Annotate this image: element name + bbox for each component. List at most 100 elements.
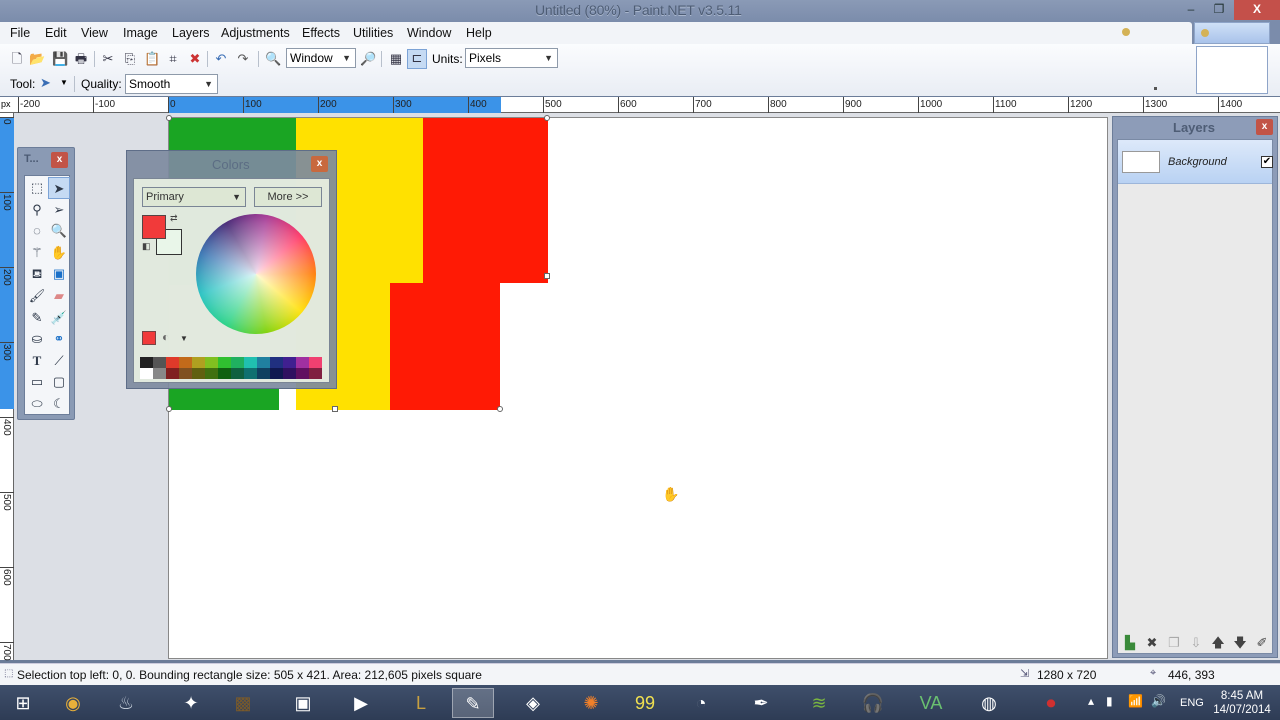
units-select[interactable]: Pixels ▼: [465, 48, 558, 68]
menu-help[interactable]: Help: [466, 26, 492, 40]
tool-dropdown-icon[interactable]: ▼: [60, 78, 68, 87]
swap-colors-icon[interactable]: ⇄: [170, 213, 178, 224]
minimize-button[interactable]: –: [1178, 0, 1204, 20]
move-layer-up-icon[interactable]: 🡅: [1208, 634, 1228, 652]
magic-wand-icon[interactable]: ⚚: [26, 242, 48, 264]
deselect-icon[interactable]: ✖: [187, 51, 203, 67]
more-button[interactable]: More >>: [254, 187, 322, 207]
palette-swatch[interactable]: [153, 357, 166, 368]
palette-swatch[interactable]: [296, 368, 309, 379]
unity-icon[interactable]: ◈: [512, 688, 554, 718]
palette-swatch[interactable]: [270, 368, 283, 379]
inkscape-icon[interactable]: ✒: [740, 688, 782, 718]
menu-layers[interactable]: Layers: [172, 26, 210, 40]
copy-icon[interactable]: ⎘: [122, 51, 138, 67]
color-picker-icon[interactable]: 💉: [48, 307, 70, 329]
palette-swatch[interactable]: [140, 357, 153, 368]
text-icon[interactable]: T: [26, 350, 48, 372]
menu-adjustments[interactable]: Adjustments: [221, 26, 290, 40]
palette-swatch[interactable]: [205, 357, 218, 368]
palette-swatch[interactable]: [166, 357, 179, 368]
color-mode-select[interactable]: Primary ▼: [142, 187, 246, 207]
print-icon[interactable]: 🖶: [73, 51, 89, 67]
redo-icon[interactable]: ↷: [235, 51, 251, 67]
open-icon[interactable]: 📂: [29, 51, 45, 67]
color-palette[interactable]: [140, 357, 322, 379]
language-indicator[interactable]: ENG: [1180, 697, 1204, 709]
menu-file[interactable]: File: [10, 26, 30, 40]
colors-window[interactable]: Colors x Primary ▼ More >> ⇄ ◧ ◐ ▼: [126, 150, 337, 389]
lasso-select-icon[interactable]: ⚲: [26, 199, 48, 221]
media-player-icon[interactable]: ▶: [340, 688, 382, 718]
menu-edit[interactable]: Edit: [45, 26, 67, 40]
menu-image[interactable]: Image: [123, 26, 158, 40]
chrome-icon[interactable]: ◉: [52, 688, 94, 718]
palette-swatch[interactable]: [179, 357, 192, 368]
ruler-icon[interactable]: ⊏: [407, 49, 427, 69]
zoom-in-icon[interactable]: 🔎: [360, 51, 376, 67]
palette-swatch[interactable]: [140, 368, 153, 379]
close-button[interactable]: X: [1234, 0, 1280, 20]
layer-item[interactable]: Background ✔: [1118, 140, 1273, 184]
undo-icon[interactable]: ↶: [213, 51, 229, 67]
ellipse-icon[interactable]: ⬭: [26, 393, 48, 415]
palette-swatch[interactable]: [218, 368, 231, 379]
rectangle-select-icon[interactable]: ⬚: [26, 177, 48, 199]
merge-layer-down-icon[interactable]: ⇩: [1186, 634, 1206, 652]
tools-window[interactable]: T... x ⬚ ➤ ⚲ ➢ ◌ 🔍 ⚚ ✋ ⛾ ▣ 🖌 ▰ ✎ 💉 ⛀ ⚭ T…: [17, 147, 75, 420]
add-to-palette-icon[interactable]: [142, 331, 156, 345]
palette-swatch[interactable]: [231, 357, 244, 368]
menu-window[interactable]: Window: [407, 26, 451, 40]
palette-swatch[interactable]: [192, 368, 205, 379]
menu-effects[interactable]: Effects: [302, 26, 340, 40]
palette-swatch[interactable]: [218, 357, 231, 368]
duplicate-layer-icon[interactable]: ❐: [1164, 634, 1184, 652]
paste-icon[interactable]: 📋: [144, 51, 160, 67]
palette-swatch[interactable]: [309, 357, 322, 368]
eraser-icon[interactable]: ▰: [48, 285, 70, 307]
reset-colors-icon[interactable]: ◧: [142, 241, 151, 252]
menu-utilities[interactable]: Utilities: [353, 26, 393, 40]
selection-handle[interactable]: [497, 406, 503, 412]
palette-swatch[interactable]: [166, 368, 179, 379]
app-4-icon[interactable]: ✦: [170, 688, 212, 718]
steam-icon[interactable]: ♨: [105, 688, 147, 718]
show-hidden-icons-icon[interactable]: ▴: [1088, 694, 1094, 708]
app-99-icon[interactable]: 99: [624, 688, 666, 718]
palette-swatch[interactable]: [205, 368, 218, 379]
image-thumbnail[interactable]: [1196, 46, 1268, 94]
palette-swatch[interactable]: [309, 368, 322, 379]
recorder-icon[interactable]: ⏺: [1030, 688, 1072, 718]
blender-icon[interactable]: ✺: [570, 688, 612, 718]
paint-bucket-icon[interactable]: ⛾: [26, 263, 48, 285]
maximize-button[interactable]: ❐: [1206, 0, 1232, 20]
palette-swatch[interactable]: [257, 357, 270, 368]
move-layer-down-icon[interactable]: 🡇: [1230, 634, 1250, 652]
layers-window[interactable]: Layers x Background ✔ ▙ ✖ ❐ ⇩ 🡅 🡇 ✐: [1112, 116, 1278, 658]
recolor-icon[interactable]: ⚭: [48, 328, 70, 350]
app-va-icon[interactable]: VA: [910, 688, 952, 718]
palette-dropdown-icon[interactable]: ▼: [180, 334, 188, 343]
gimp-icon[interactable]: ◔: [680, 688, 722, 718]
palette-swatch[interactable]: [244, 357, 257, 368]
palette-swatch[interactable]: [231, 368, 244, 379]
colors-close-button[interactable]: x: [311, 156, 328, 172]
freeform-shape-icon[interactable]: ☾: [48, 393, 70, 415]
grid-icon[interactable]: ▦: [388, 51, 404, 67]
selection-handle[interactable]: [166, 115, 172, 121]
volume-icon[interactable]: 🔊: [1151, 694, 1166, 708]
league-of-legends-icon[interactable]: L: [400, 688, 442, 718]
zoom-select[interactable]: Window ▼: [286, 48, 356, 68]
palette-swatch[interactable]: [283, 357, 296, 368]
palette-swatch[interactable]: [153, 368, 166, 379]
save-icon[interactable]: 💾: [52, 51, 68, 67]
layers-close-button[interactable]: x: [1256, 119, 1273, 135]
palette-swatch[interactable]: [244, 368, 257, 379]
move-selected-icon[interactable]: ➢: [48, 199, 70, 221]
paintbrush-icon[interactable]: 🖌: [26, 285, 48, 307]
rectangle-icon[interactable]: ▭: [26, 371, 48, 393]
move-selection-icon[interactable]: ➤: [48, 177, 70, 199]
add-layer-icon[interactable]: ▙: [1120, 634, 1140, 652]
menu-view[interactable]: View: [81, 26, 108, 40]
quality-select[interactable]: Smooth ▼: [125, 74, 218, 94]
